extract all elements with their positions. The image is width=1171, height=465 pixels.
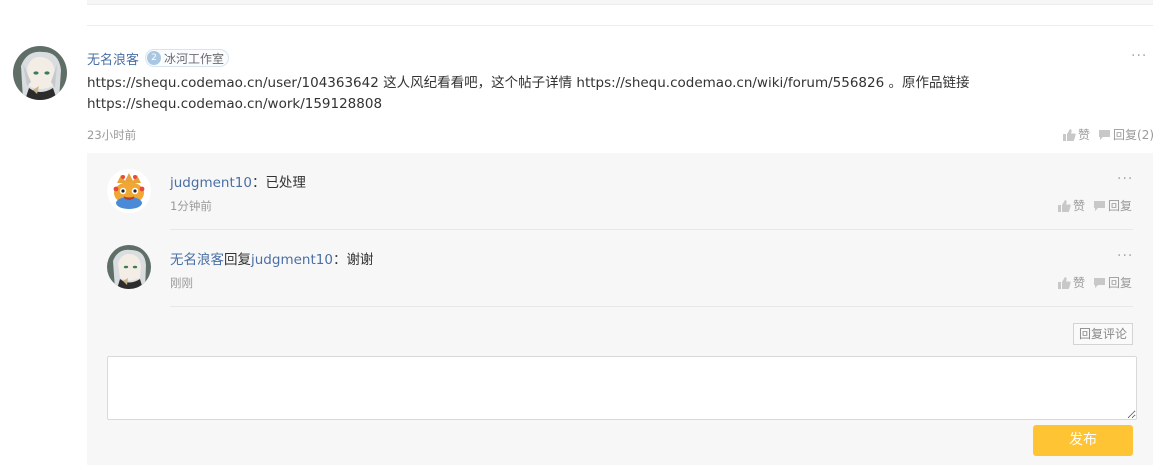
studio-level-icon: 2 <box>147 51 162 65</box>
reply-target-name[interactable]: judgment10 <box>251 252 333 268</box>
studio-badge[interactable]: 2 冰河工作室 <box>145 49 230 67</box>
comment-bubble-icon <box>1094 200 1106 211</box>
reply-button[interactable]: 回复 <box>1093 274 1132 291</box>
reply-avatar-image <box>107 169 151 213</box>
reply-button[interactable]: 回复 <box>1093 197 1132 214</box>
reply-separator: ： <box>332 252 347 268</box>
comment-text-line-2: https://shequ.codemao.cn/work/159128808 <box>87 96 383 112</box>
like-button[interactable]: 赞 <box>1058 197 1085 214</box>
thumbs-up-icon <box>1058 199 1071 212</box>
reply-avatar-image <box>107 245 151 289</box>
like-label: 赞 <box>1073 276 1086 290</box>
avatar[interactable] <box>13 46 67 100</box>
reply-actions: 赞 回复 <box>1058 274 1132 291</box>
reply-content: judgment10：已处理 <box>170 171 306 191</box>
more-dots-icon[interactable]: ··· <box>1131 48 1147 64</box>
comment-bubble-icon <box>1099 129 1111 140</box>
reply-author-name[interactable]: 无名浪客 <box>170 252 224 268</box>
reply-button[interactable]: 回复(2) <box>1098 126 1154 143</box>
reply-separator: ： <box>251 175 266 191</box>
reply-comment-button[interactable]: 回复评论 <box>1073 323 1133 345</box>
thumbs-up-icon <box>1058 276 1071 289</box>
comment-text-line-1: https://shequ.codemao.cn/user/104363642 … <box>87 75 970 91</box>
reply-divider <box>170 229 1133 230</box>
reply-input[interactable] <box>107 356 1137 420</box>
reply-content: 无名浪客回复judgment10：谢谢 <box>170 248 373 268</box>
previous-comment-edge <box>87 0 1153 5</box>
like-button[interactable]: 赞 <box>1063 126 1090 143</box>
avatar-image <box>13 46 67 100</box>
reply-label: 回复 <box>1108 276 1133 290</box>
comment-author-line: 无名浪客 2 冰河工作室 <box>87 48 230 68</box>
reply-count-label: 回复(2) <box>1113 128 1155 142</box>
reply-time: 刚刚 <box>170 276 193 290</box>
comment-text: https://shequ.codemao.cn/user/104363642 … <box>87 73 1087 115</box>
reply-word: 回复 <box>224 252 251 268</box>
reply-actions: 赞 回复 <box>1058 197 1132 214</box>
more-dots-icon[interactable]: ··· <box>1117 248 1133 264</box>
reply-label: 回复 <box>1108 199 1133 213</box>
reply-avatar[interactable] <box>107 169 151 213</box>
thumbs-up-icon <box>1063 128 1076 141</box>
publish-button[interactable]: 发布 <box>1033 425 1133 456</box>
reply-avatar[interactable] <box>107 245 151 289</box>
comment-time: 23小时前 <box>87 128 137 142</box>
reply-time: 1分钟前 <box>170 199 212 213</box>
comment-divider <box>87 25 1153 26</box>
like-label: 赞 <box>1073 199 1086 213</box>
reply-text: 谢谢 <box>346 252 374 268</box>
reply-author-name[interactable]: judgment10 <box>170 175 252 191</box>
like-label: 赞 <box>1078 128 1091 142</box>
studio-name: 冰河工作室 <box>164 51 225 66</box>
more-dots-icon[interactable]: ··· <box>1117 171 1133 187</box>
reply-text: 已处理 <box>265 175 306 191</box>
comment-author-name[interactable]: 无名浪客 <box>87 49 139 68</box>
reply-divider <box>170 306 1133 307</box>
like-button[interactable]: 赞 <box>1058 274 1085 291</box>
comment-bubble-icon <box>1094 277 1106 288</box>
comment-actions: 赞 回复(2) <box>1063 126 1154 143</box>
